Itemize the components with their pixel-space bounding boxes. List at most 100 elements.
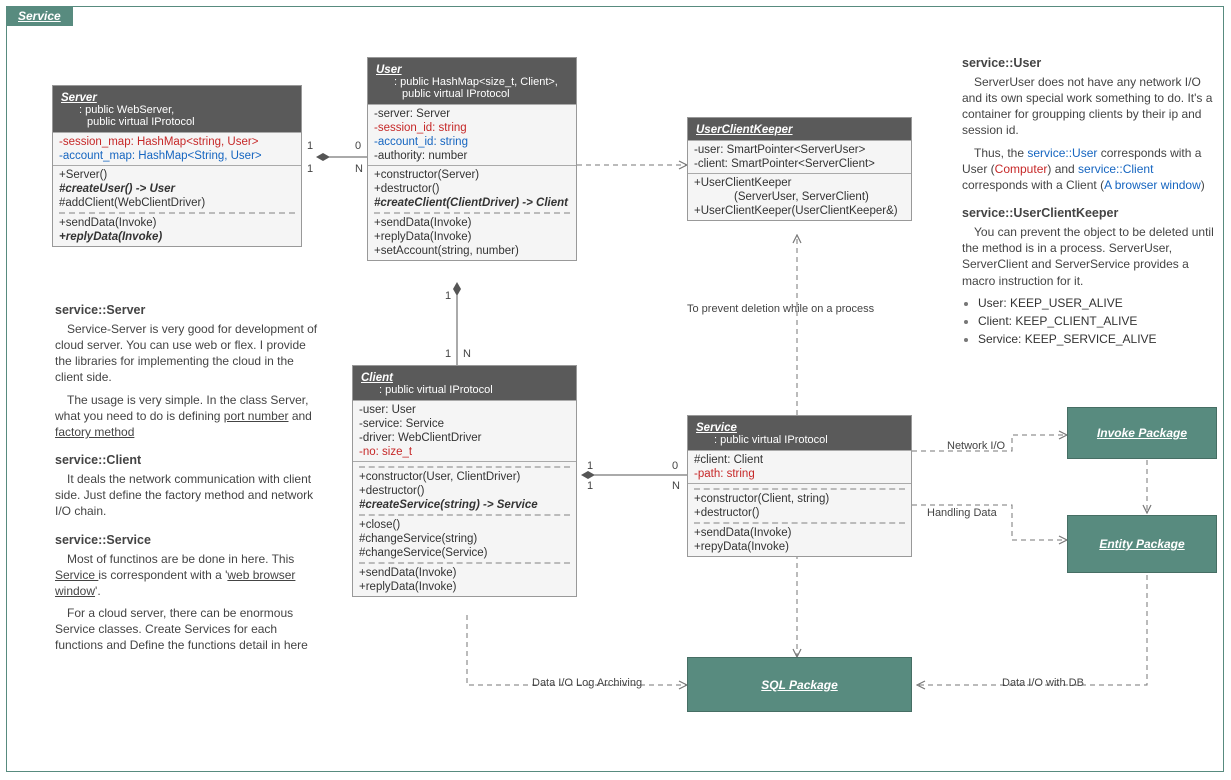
desc-heading: service::UserClientKeeper — [962, 205, 1217, 222]
op-row: +UserClientKeeper(UserClientKeeper&) — [694, 204, 905, 218]
connector-label: Handling Data — [927, 507, 997, 519]
desc-heading: service::User — [962, 55, 1217, 72]
op-row: +constructor(Client, string) — [694, 492, 905, 506]
mult-label: 1 — [587, 480, 593, 492]
op-row: #changeService(Service) — [359, 546, 570, 560]
separator — [694, 488, 905, 490]
mult-label: 1 — [307, 140, 313, 152]
operations: +constructor(Client, string) +destructor… — [688, 483, 911, 556]
attributes: -user: User -service: Service -driver: W… — [353, 400, 576, 461]
op-row: #addClient(WebClientDriver) — [59, 196, 295, 210]
desc-text: and — [289, 409, 312, 423]
li-label: Client: — [978, 314, 1015, 328]
desc-text: Thus, the — [974, 146, 1027, 160]
attr-row: #client: Client — [694, 453, 905, 467]
mult-label: N — [463, 348, 471, 360]
op-row: +repyData(Invoke) — [694, 540, 905, 554]
connector-label: Network I/O — [947, 440, 1005, 452]
right-description: service::User ServerUser does not have a… — [962, 55, 1217, 349]
connector-label: Data I/O Log Archiving — [532, 677, 642, 689]
mult-label: 1 — [445, 348, 451, 360]
desc-red: Computer — [995, 162, 1048, 176]
mult-label: 0 — [355, 140, 361, 152]
class-server: Server : public WebServer, public virtua… — [52, 85, 302, 247]
diagram-area: UserClientKeeper (dashed) --> UserClient… — [7, 35, 1223, 771]
desc-paragraph: Thus, the service::User corresponds with… — [962, 145, 1217, 194]
desc-blue: service::Client — [1078, 162, 1153, 176]
op-row: +setAccount(string, number) — [374, 244, 570, 258]
attributes: -user: SmartPointer<ServerUser> -client:… — [688, 140, 911, 173]
desc-heading: service::Service — [55, 532, 325, 549]
op-row: #changeService(string) — [359, 532, 570, 546]
attributes: #client: Client -path: string — [688, 450, 911, 483]
attr-row: -authority: number — [374, 149, 570, 163]
op-row: +close() — [359, 518, 570, 532]
attr-row: -account_map: HashMap<String, User> — [59, 149, 295, 163]
class-name: Server — [61, 92, 293, 104]
separator — [359, 562, 570, 564]
left-description: service::Server Service-Server is very g… — [55, 290, 325, 660]
separator — [359, 514, 570, 516]
operations: +UserClientKeeper (ServerUser, ServerCli… — [688, 173, 911, 220]
desc-paragraph: For a cloud server, there can be enormou… — [55, 605, 325, 654]
separator — [374, 212, 570, 214]
desc-paragraph: ServerUser does not have any network I/O… — [962, 74, 1217, 139]
li-value: KEEP_SERVICE_ALIVE — [1025, 332, 1157, 346]
op-row: +destructor() — [694, 506, 905, 520]
package-sql: SQL Package — [687, 657, 912, 712]
attr-row: -no: size_t — [359, 445, 570, 459]
desc-text: corresponds with a Client ( — [962, 178, 1104, 192]
class-name: Client — [361, 372, 568, 384]
class-inherits: : public virtual IProtocol — [379, 384, 568, 396]
attr-row: -session_id: string — [374, 121, 570, 135]
list-item: User: KEEP_USER_ALIVE — [978, 295, 1217, 311]
desc-text: is correspondent with a ' — [98, 568, 227, 582]
op-row: +UserClientKeeper — [694, 176, 905, 190]
mult-label: N — [355, 163, 363, 175]
attr-row: -user: User — [359, 403, 570, 417]
desc-paragraph: The usage is very simple. In the class S… — [55, 392, 325, 441]
attr-row: -account_id: string — [374, 135, 570, 149]
class-name: User — [376, 64, 568, 76]
class-header: User : public HashMap<size_t, Client>, p… — [368, 58, 576, 104]
li-value: KEEP_CLIENT_ALIVE — [1015, 314, 1137, 328]
attr-row: -server: Server — [374, 107, 570, 121]
desc-underline: factory method — [55, 425, 134, 439]
class-header: Service : public virtual IProtocol — [688, 416, 911, 450]
desc-blue: A browser window — [1104, 178, 1201, 192]
op-row: +sendData(Invoke) — [359, 566, 570, 580]
class-inherits: : public HashMap<size_t, Client>, — [394, 76, 568, 88]
op-row: +sendData(Invoke) — [59, 216, 295, 230]
connector-label: Data I/O with DB — [1002, 677, 1084, 689]
op-row: +constructor(Server) — [374, 168, 570, 182]
class-inherits: public virtual IProtocol — [402, 88, 568, 100]
attr-row: -driver: WebClientDriver — [359, 431, 570, 445]
operations: +constructor(User, ClientDriver) +destru… — [353, 461, 576, 596]
attr-row: -session_map: HashMap<string, User> — [59, 135, 295, 149]
op-row: #createClient(ClientDriver) -> Client — [374, 196, 570, 210]
separator — [59, 212, 295, 214]
attr-row: -service: Service — [359, 417, 570, 431]
mult-label: 1 — [587, 460, 593, 472]
desc-underline: Service — [55, 568, 98, 582]
op-row: #createService(string) -> Service — [359, 498, 570, 512]
macro-list: User: KEEP_USER_ALIVE Client: KEEP_CLIEN… — [978, 295, 1217, 348]
class-client: Client : public virtual IProtocol -user:… — [352, 365, 577, 597]
class-name: UserClientKeeper — [696, 124, 903, 136]
class-header: Server : public WebServer, public virtua… — [53, 86, 301, 132]
desc-text: ) — [1201, 178, 1205, 192]
class-inherits: public virtual IProtocol — [87, 116, 293, 128]
mult-label: 1 — [307, 163, 313, 175]
op-row: +replyData(Invoke) — [374, 230, 570, 244]
class-name: Service — [696, 422, 903, 434]
class-inherits: : public WebServer, — [79, 104, 293, 116]
attributes: -session_map: HashMap<string, User> -acc… — [53, 132, 301, 165]
class-service: Service : public virtual IProtocol #clie… — [687, 415, 912, 557]
separator — [359, 466, 570, 468]
desc-underline: port number — [224, 409, 289, 423]
package-invoke: Invoke Package — [1067, 407, 1217, 459]
list-item: Client: KEEP_CLIENT_ALIVE — [978, 313, 1217, 329]
class-inherits: : public virtual IProtocol — [714, 434, 903, 446]
op-row: (ServerUser, ServerClient) — [694, 190, 905, 204]
attr-row: -client: SmartPointer<ServerClient> — [694, 157, 905, 171]
